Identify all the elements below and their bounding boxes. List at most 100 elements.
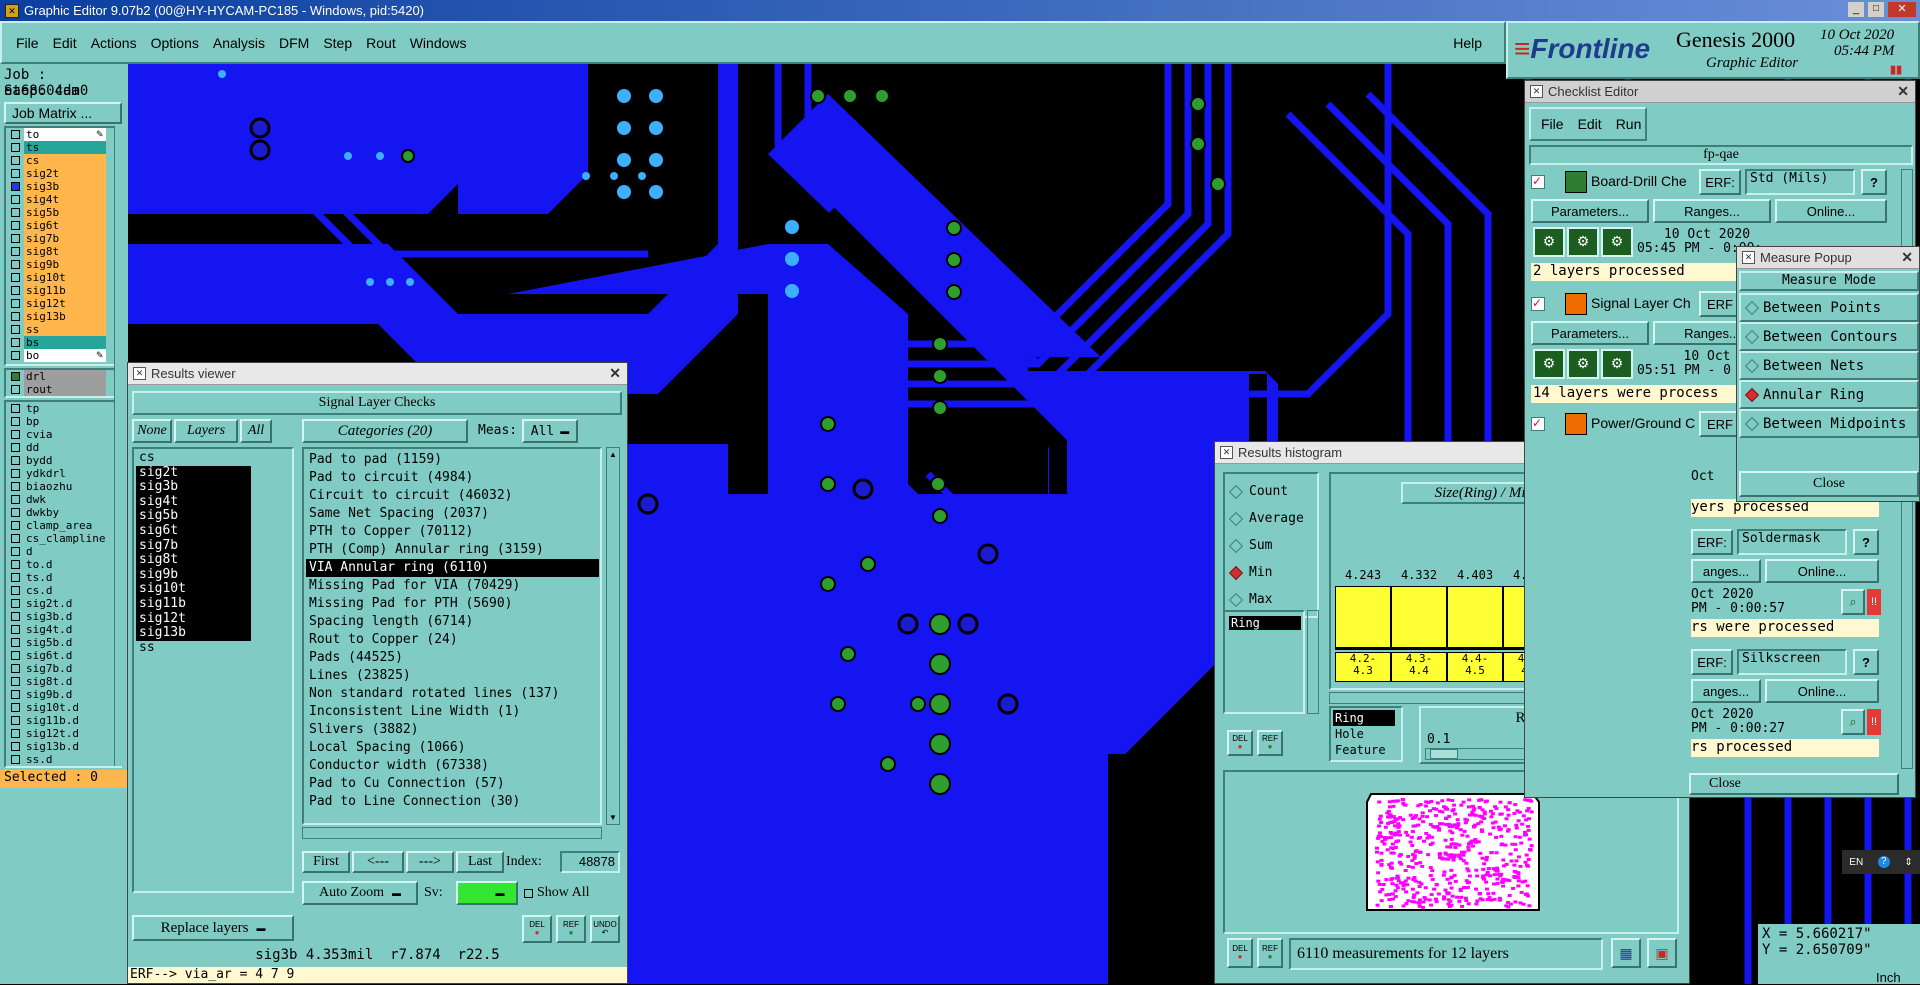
layer-name[interactable]: bydd: [24, 454, 106, 467]
results-layer-item[interactable]: cs: [136, 450, 251, 466]
online-button[interactable]: Online...: [1775, 199, 1887, 223]
layer-name[interactable]: sig7b: [24, 232, 106, 245]
histogram-attr-list[interactable]: Ring: [1223, 610, 1305, 714]
category-item[interactable]: Pad to pad (1159): [306, 451, 599, 469]
layer-row[interactable]: ss: [6, 323, 120, 336]
layer-checkbox[interactable]: [11, 221, 20, 230]
parameters-button[interactable]: Parameters...: [1531, 199, 1649, 223]
prev-button[interactable]: <---: [352, 851, 404, 873]
layer-checkbox[interactable]: [11, 430, 20, 439]
layer-checkbox[interactable]: [11, 456, 20, 465]
layer-checkbox[interactable]: [11, 443, 20, 452]
run-check-icon[interactable]: ⚙: [1533, 349, 1565, 379]
checklist-menu-run[interactable]: Run: [1616, 116, 1642, 132]
show-all-checkbox[interactable]: Show All: [524, 885, 590, 901]
layer-row[interactable]: bydd: [6, 454, 120, 467]
layer-name[interactable]: d: [24, 545, 106, 558]
layer-row[interactable]: ydkdrl: [6, 467, 120, 480]
del-button[interactable]: DEL ●: [522, 915, 552, 943]
measure-option-between-midpoints[interactable]: Between Midpoints: [1739, 409, 1919, 438]
layer-name[interactable]: sig6t.d: [24, 649, 106, 662]
layer-row[interactable]: bp: [6, 415, 120, 428]
layer-name[interactable]: ts: [24, 141, 106, 154]
close-icon[interactable]: ✕: [609, 365, 621, 382]
results-layer-item[interactable]: sig7b: [136, 538, 251, 554]
help-icon[interactable]: ?: [1853, 529, 1879, 555]
layer-row[interactable]: clamp_area: [6, 519, 120, 532]
layer-checkbox[interactable]: [11, 586, 20, 595]
layer-row[interactable]: sig6t: [6, 219, 120, 232]
menu-file[interactable]: File: [16, 35, 39, 51]
layer-checkbox[interactable]: [11, 372, 20, 381]
category-item[interactable]: PTH to Copper (70112): [306, 523, 599, 541]
layer-row[interactable]: dwk: [6, 493, 120, 506]
results-layer-item[interactable]: sig3b: [136, 480, 251, 495]
category-item[interactable]: Pad to circuit (4984): [306, 469, 599, 487]
layer-name[interactable]: sig6t: [24, 219, 106, 232]
ranges-button[interactable]: anges...: [1691, 679, 1761, 703]
menu-dfm[interactable]: DFM: [279, 35, 309, 51]
layer-checkbox[interactable]: [11, 404, 20, 413]
category-item[interactable]: Local Spacing (1066): [306, 739, 599, 757]
results-layer-item[interactable]: sig8t: [136, 553, 251, 568]
check-name[interactable]: Board-Drill Che: [1591, 173, 1701, 189]
run-check-icon[interactable]: ⚙: [1567, 227, 1599, 257]
results-layer-item[interactable]: sig10t: [136, 582, 251, 597]
attr-item[interactable]: Hole: [1333, 726, 1395, 742]
layer-name[interactable]: sig3b: [24, 180, 106, 193]
ref-button[interactable]: REF ●: [556, 915, 586, 943]
histogram-bar[interactable]: [1391, 586, 1447, 648]
layer-checkbox[interactable]: [11, 716, 20, 725]
layer-name[interactable]: sig3b.d: [24, 610, 106, 623]
online-button[interactable]: Online...: [1765, 679, 1879, 703]
layer-checkbox[interactable]: [11, 495, 20, 504]
layer-name[interactable]: cs_clampline: [24, 532, 106, 545]
hist-graph-button[interactable]: ▦: [1611, 938, 1641, 968]
layer-checkbox[interactable]: [11, 385, 20, 394]
layer-checkbox[interactable]: [11, 625, 20, 634]
layer-checkbox[interactable]: [11, 130, 20, 139]
category-item[interactable]: Spacing length (6714): [306, 613, 599, 631]
results-layer-item[interactable]: sig11b: [136, 596, 251, 612]
hist-ref-button[interactable]: REF ●: [1257, 730, 1283, 756]
layer-checkbox[interactable]: [11, 560, 20, 569]
layer-checkbox[interactable]: [11, 195, 20, 204]
undo-button[interactable]: UNDO ↶: [590, 915, 620, 943]
hist-chart-button[interactable]: ▣: [1647, 938, 1677, 968]
layer-checkbox[interactable]: [11, 260, 20, 269]
layer-row[interactable]: cs.d: [6, 584, 120, 597]
layer-row[interactable]: sig10t: [6, 271, 120, 284]
layer-row[interactable]: sig9b: [6, 258, 120, 271]
results-layer-item[interactable]: sig4t: [136, 494, 251, 510]
check-erf-value[interactable]: Std (Mils): [1745, 169, 1855, 195]
measure-option-annular-ring[interactable]: Annular Ring: [1739, 380, 1919, 409]
measure-close-button[interactable]: Close: [1739, 471, 1919, 497]
layer-row[interactable]: sig5b: [6, 206, 120, 219]
none-button[interactable]: None: [132, 419, 172, 443]
layer-checkbox[interactable]: [11, 312, 20, 321]
layer-name[interactable]: cs.d: [24, 584, 106, 597]
layer-checkbox[interactable]: [11, 651, 20, 660]
layer-name[interactable]: sig8t.d: [24, 675, 106, 688]
mode-radio-count[interactable]: Count: [1225, 478, 1317, 505]
layer-row[interactable]: drl: [6, 370, 120, 383]
check-name[interactable]: Signal Layer Ch: [1591, 295, 1701, 311]
hist-del-button-2[interactable]: DEL ●: [1227, 938, 1253, 968]
category-item[interactable]: Pad to Cu Connection (57): [306, 775, 599, 793]
layer-row[interactable]: sig2t: [6, 167, 120, 180]
layer-row[interactable]: sig6t.d: [6, 649, 120, 662]
layer-name[interactable]: dwkby: [24, 506, 106, 519]
category-item[interactable]: Missing Pad for VIA (70429): [306, 577, 599, 595]
layer-row[interactable]: bs: [6, 336, 120, 349]
layer-name[interactable]: ss.d: [24, 753, 106, 766]
layer-name[interactable]: sig5b: [24, 206, 106, 219]
left-scrollbar[interactable]: [114, 126, 125, 766]
category-item[interactable]: Same Net Spacing (2037): [306, 505, 599, 523]
layer-checkbox[interactable]: [11, 508, 20, 517]
measure-option-between-contours[interactable]: Between Contours: [1739, 322, 1919, 351]
layer-name[interactable]: bp: [24, 415, 106, 428]
layer-checkbox[interactable]: [11, 729, 20, 738]
mode-radio-max[interactable]: Max: [1225, 586, 1317, 613]
zoom-icon[interactable]: ⌕: [1841, 589, 1865, 615]
layer-row[interactable]: sig3b.d: [6, 610, 120, 623]
